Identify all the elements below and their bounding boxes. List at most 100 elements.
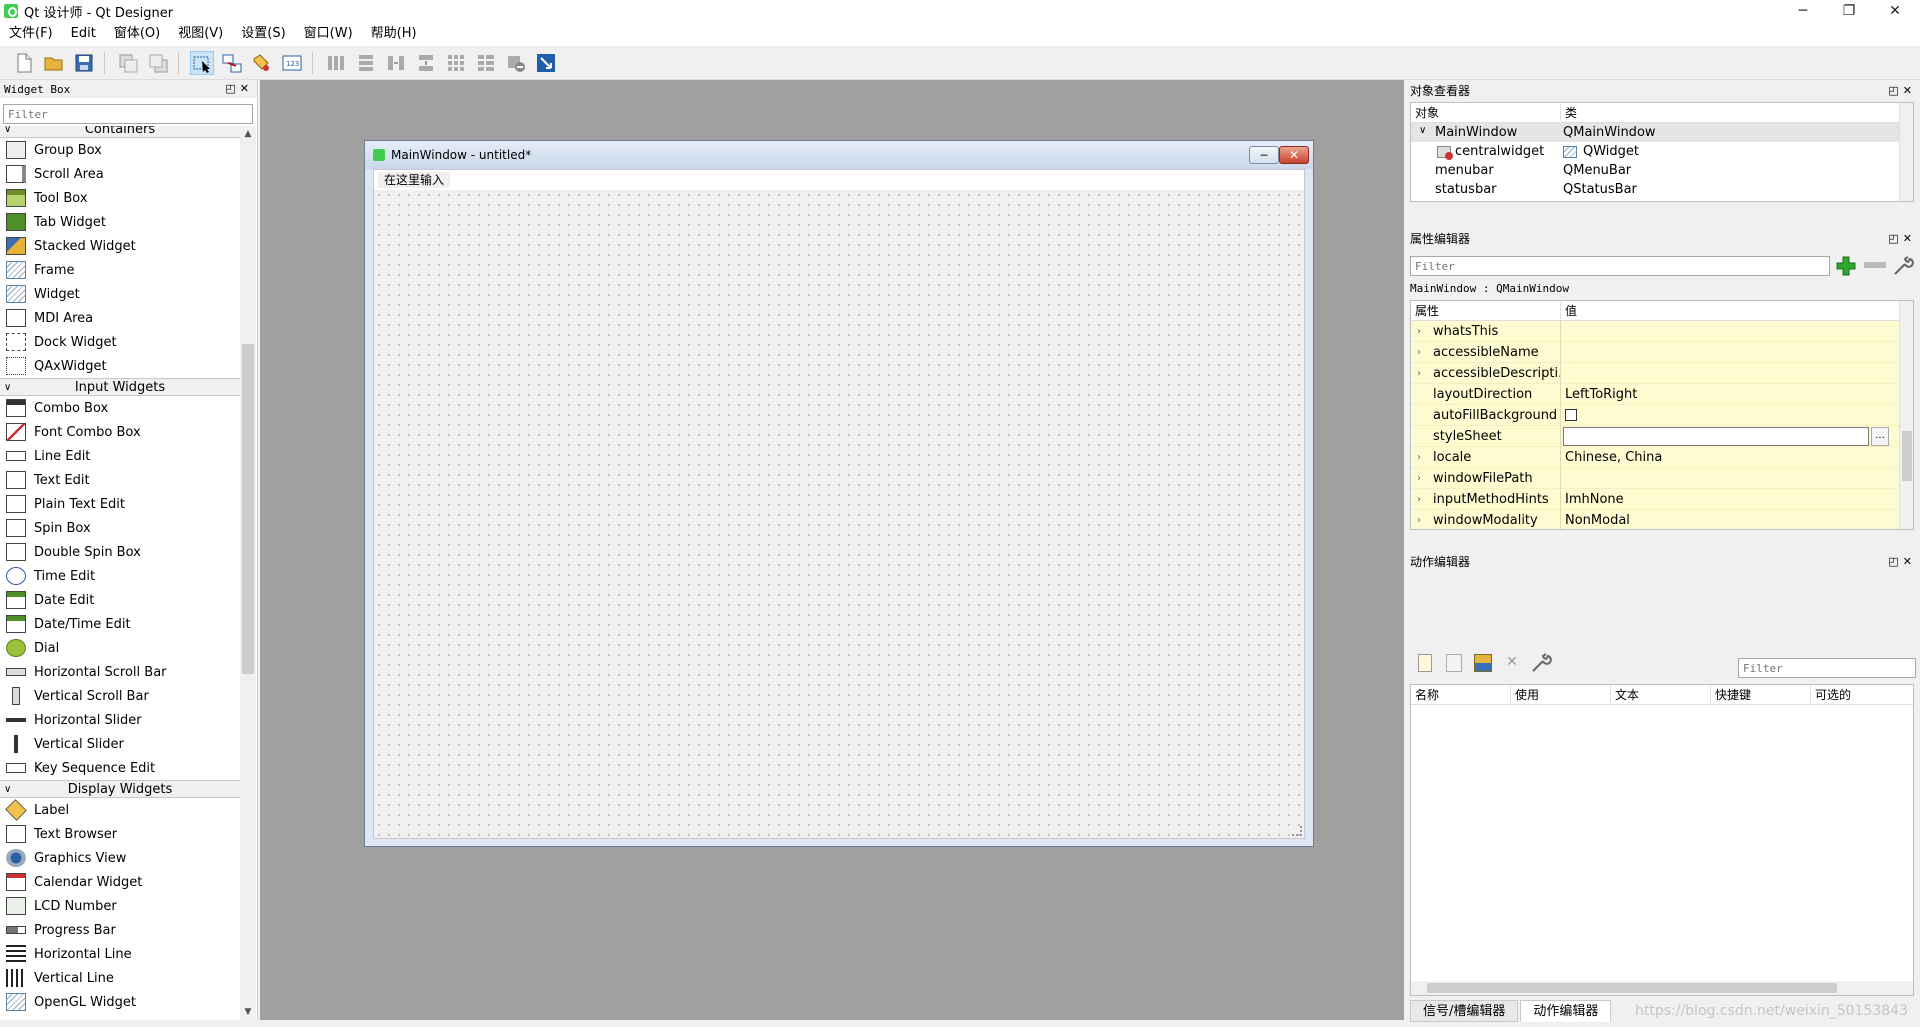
widget-item[interactable]: Text Edit <box>0 468 240 492</box>
layout-h-splitter-icon[interactable] <box>384 51 408 75</box>
property-row-windowfilepath[interactable]: › windowFilePath <box>1411 467 1913 489</box>
menu-view[interactable]: 视图(V) <box>169 22 232 46</box>
widget-item[interactable]: Dial <box>0 636 240 660</box>
layout-vertical-icon[interactable] <box>354 51 378 75</box>
action-filter-input[interactable] <box>1738 658 1916 678</box>
widget-item[interactable]: Vertical Slider <box>0 732 240 756</box>
new-action-icon[interactable] <box>1418 654 1432 672</box>
category-display-widgets[interactable]: ∨ Display Widgets <box>0 780 240 798</box>
layout-grid-icon[interactable] <box>444 51 468 75</box>
menu-file[interactable]: 文件(F) <box>0 22 62 46</box>
save-icon[interactable] <box>72 51 96 75</box>
widget-box-scrollbar[interactable]: ▲ ▼ <box>240 126 256 1020</box>
property-row-autofillbackground[interactable]: autoFillBackground <box>1411 404 1913 426</box>
widget-item[interactable]: Horizontal Scroll Bar <box>0 660 240 684</box>
widget-item[interactable]: Plain Text Edit <box>0 492 240 516</box>
object-inspector-scrollbar[interactable] <box>1899 103 1913 201</box>
widget-item[interactable]: Stacked Widget <box>0 234 240 258</box>
close-button[interactable]: ✕ <box>1872 0 1918 22</box>
widget-item[interactable]: Date Edit <box>0 588 240 612</box>
property-row-layoutdirection[interactable]: layoutDirection LeftToRight <box>1411 383 1913 405</box>
scroll-down-icon[interactable]: ▼ <box>240 1004 256 1020</box>
new-file-icon[interactable] <box>12 51 36 75</box>
widget-item[interactable]: OpenGL Widget <box>0 990 240 1014</box>
tab-signal-slot-editor[interactable]: 信号/槽编辑器 <box>1410 1000 1519 1022</box>
tree-row-menubar[interactable]: menubar QMenuBar <box>1411 161 1913 180</box>
tree-row-mainwindow[interactable]: ∨ MainWindow QMainWindow <box>1411 123 1913 142</box>
dock-float-close-icons[interactable]: ◰✕ <box>1888 82 1916 100</box>
category-input-widgets[interactable]: ∨ Input Widgets <box>0 378 240 396</box>
form-close-button[interactable]: ✕ <box>1279 146 1309 164</box>
action-table-hscrollbar[interactable] <box>1411 981 1913 995</box>
size-grip-icon[interactable] <box>1292 826 1302 836</box>
widget-item[interactable]: Vertical Scroll Bar <box>0 684 240 708</box>
widget-item[interactable]: Vertical Line <box>0 966 240 990</box>
category-containers[interactable]: ∨ Containers <box>0 126 240 138</box>
widget-item[interactable]: Progress Bar <box>0 918 240 942</box>
form-title-bar[interactable]: MainWindow - untitled* ─ ✕ <box>365 141 1313 169</box>
edit-buddies-icon[interactable] <box>250 51 274 75</box>
menu-window[interactable]: 窗口(W) <box>295 22 362 46</box>
widget-item[interactable]: Horizontal Line <box>0 942 240 966</box>
type-here-menu-item[interactable]: 在这里输入 <box>378 172 451 188</box>
widget-item[interactable]: Frame <box>0 258 240 282</box>
bring-to-front-icon[interactable] <box>146 51 170 75</box>
property-row-accessiblename[interactable]: › accessibleName <box>1411 341 1913 363</box>
widget-item[interactable]: Graphics View <box>0 846 240 870</box>
widget-item[interactable]: Text Browser <box>0 822 240 846</box>
widget-item[interactable]: Combo Box <box>0 396 240 420</box>
break-layout-icon[interactable] <box>504 51 528 75</box>
form-minimize-button[interactable]: ─ <box>1249 146 1279 164</box>
scrollbar-thumb[interactable] <box>242 344 254 674</box>
tree-row-statusbar[interactable]: statusbar QStatusBar <box>1411 180 1913 199</box>
widget-item[interactable]: Scroll Area <box>0 162 240 186</box>
widget-item[interactable]: Tool Box <box>0 186 240 210</box>
property-row-accessibledescription[interactable]: › accessibleDescripti... <box>1411 362 1913 384</box>
widget-item[interactable]: Time Edit <box>0 564 240 588</box>
edit-widgets-icon[interactable] <box>190 51 214 75</box>
minimize-button[interactable]: ─ <box>1780 0 1826 22</box>
scrollbar-thumb[interactable] <box>1427 983 1837 993</box>
stylesheet-input[interactable] <box>1563 426 1869 446</box>
property-row-inputmethodhints[interactable]: › inputMethodHints ImhNone <box>1411 488 1913 510</box>
stylesheet-edit-button[interactable]: ... <box>1871 426 1889 446</box>
widget-item[interactable]: Font Combo Box <box>0 420 240 444</box>
add-property-icon[interactable] <box>1834 254 1858 278</box>
layout-horizontal-icon[interactable] <box>324 51 348 75</box>
tree-row-centralwidget[interactable]: centralwidget QWidget <box>1411 142 1913 161</box>
widget-item[interactable]: LCD Number <box>0 894 240 918</box>
copy-action-icon[interactable] <box>1446 654 1462 672</box>
paste-action-icon[interactable] <box>1474 654 1492 672</box>
scroll-up-icon[interactable]: ▲ <box>240 126 256 142</box>
widget-item[interactable]: Line Edit <box>0 444 240 468</box>
autofill-checkbox[interactable] <box>1565 408 1577 421</box>
configure-wrench-icon[interactable] <box>1530 652 1552 674</box>
delete-action-icon[interactable]: ✕ <box>1504 654 1520 672</box>
widget-item[interactable]: Widget <box>0 282 240 306</box>
menu-settings[interactable]: 设置(S) <box>232 22 294 46</box>
widget-item[interactable]: Spin Box <box>0 516 240 540</box>
menu-form[interactable]: 窗体(O) <box>105 22 169 46</box>
maximize-button[interactable]: ❐ <box>1826 0 1872 22</box>
widget-item[interactable]: MDI Area <box>0 306 240 330</box>
layout-v-splitter-icon[interactable] <box>414 51 438 75</box>
property-filter-input[interactable] <box>1410 256 1830 276</box>
form-subwindow[interactable]: MainWindow - untitled* ─ ✕ 在这里输入 <box>364 140 1314 847</box>
adjust-size-icon[interactable] <box>534 51 558 75</box>
tab-action-editor[interactable]: 动作编辑器 <box>1520 1000 1612 1022</box>
edit-tab-order-icon[interactable]: 123 <box>280 51 304 75</box>
scrollbar-thumb[interactable] <box>1902 431 1912 481</box>
widget-item[interactable]: Calendar Widget <box>0 870 240 894</box>
widget-box-filter-input[interactable] <box>3 104 253 124</box>
widget-item[interactable]: Group Box <box>0 138 240 162</box>
dock-float-close-icons[interactable]: ◰✕ <box>1888 230 1916 248</box>
widget-item[interactable]: Tab Widget <box>0 210 240 234</box>
dock-float-close-icons[interactable]: ◰✕ <box>1888 553 1916 571</box>
property-row-windowmodality[interactable]: › windowModality NonModal <box>1411 509 1913 529</box>
menu-help[interactable]: 帮助(H) <box>362 22 426 46</box>
form-canvas[interactable]: 在这里输入 <box>373 169 1305 839</box>
property-row-whatsthis[interactable]: › whatsThis <box>1411 320 1913 342</box>
layout-form-icon[interactable] <box>474 51 498 75</box>
widget-item[interactable]: Label <box>0 798 240 822</box>
widget-item[interactable]: Horizontal Slider <box>0 708 240 732</box>
